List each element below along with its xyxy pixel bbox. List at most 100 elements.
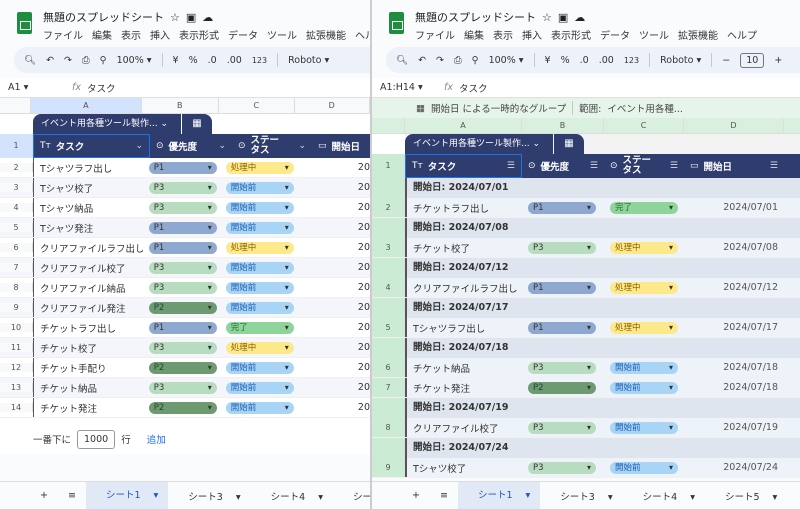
start-date-cell[interactable]: 20 bbox=[295, 278, 370, 297]
sheet-tab[interactable]: シート5 ▾ bbox=[705, 489, 787, 503]
priority-chip[interactable]: P3 bbox=[528, 461, 596, 474]
status-chip[interactable]: 開始前 bbox=[225, 181, 294, 194]
sheet-tab[interactable]: シート1 ▾ bbox=[457, 482, 541, 509]
filter-icon[interactable]: ☰ bbox=[770, 161, 778, 171]
start-date-cell[interactable]: 20 bbox=[295, 298, 370, 317]
add-sheet-button[interactable]: + bbox=[402, 490, 430, 501]
add-sheet-button[interactable]: + bbox=[30, 490, 58, 501]
menu-item[interactable]: ツール bbox=[639, 31, 669, 42]
menu-item[interactable]: 挿入 bbox=[150, 31, 170, 42]
start-date-cell[interactable]: 2024/07/08 bbox=[684, 238, 784, 257]
start-date-cell[interactable]: 20 bbox=[295, 218, 370, 237]
task-cell[interactable]: クリアファイル発注 bbox=[33, 298, 143, 317]
task-cell[interactable]: Tシャツ校了 bbox=[33, 178, 143, 197]
priority-chip[interactable]: P3 bbox=[148, 381, 217, 394]
status-chip[interactable]: 完了 bbox=[225, 321, 294, 334]
task-cell[interactable]: チケット校了 bbox=[33, 338, 143, 357]
start-date-cell[interactable]: 2024/07/18 bbox=[684, 358, 784, 377]
start-date-cell[interactable]: 20 bbox=[295, 358, 370, 377]
more-formats-button[interactable]: 123 bbox=[252, 56, 267, 65]
group-header-row[interactable]: 開始日: 2024/07/17 bbox=[372, 298, 800, 318]
priority-chip[interactable]: P3 bbox=[528, 421, 596, 434]
column-header-D[interactable]: D bbox=[684, 118, 784, 133]
group-header-row[interactable]: 開始日: 2024/07/01 bbox=[372, 178, 800, 198]
priority-chip[interactable]: P1 bbox=[148, 221, 217, 234]
column-header-B[interactable]: B bbox=[142, 98, 219, 113]
increase-decimal-button[interactable]: .00 bbox=[599, 55, 614, 66]
zoom-select[interactable]: 100% ▾ bbox=[117, 55, 152, 66]
name-box[interactable]: A1:H14 ▾ bbox=[380, 82, 440, 93]
start-date-cell[interactable]: 2024/07/19 bbox=[684, 418, 784, 437]
menu-item[interactable]: 編集 bbox=[92, 31, 112, 42]
start-date-cell[interactable]: 20 bbox=[295, 378, 370, 397]
filter-icon[interactable]: ☰ bbox=[670, 161, 678, 171]
priority-chip[interactable]: P3 bbox=[148, 261, 217, 274]
task-cell[interactable]: Tシャツ納品 bbox=[33, 198, 143, 217]
move-folder-icon[interactable]: ▣ bbox=[558, 11, 568, 24]
chevron-down-icon[interactable]: ⌄ bbox=[298, 141, 306, 151]
group-header-row[interactable]: 開始日: 2024/07/24 bbox=[372, 438, 800, 458]
sheets-logo-icon[interactable] bbox=[389, 12, 404, 34]
menu-item[interactable]: 表示形式 bbox=[179, 31, 219, 42]
header-start-date[interactable]: ▭ 開始日 bbox=[312, 134, 370, 158]
currency-button[interactable]: ¥ bbox=[173, 55, 179, 66]
header-priority[interactable]: ⊙ 優先度 ⌄ bbox=[150, 134, 232, 158]
task-cell[interactable]: クリアファイルラフ出し bbox=[33, 238, 143, 257]
move-folder-icon[interactable]: ▣ bbox=[186, 11, 196, 24]
status-chip[interactable]: 処理中 bbox=[225, 161, 294, 174]
status-chip[interactable]: 処理中 bbox=[610, 321, 678, 334]
column-header-B[interactable]: B bbox=[522, 118, 604, 133]
menu-item[interactable]: 表示 bbox=[493, 31, 513, 42]
task-cell[interactable]: Tシャツラフ出し bbox=[33, 158, 143, 177]
row-count-input[interactable]: 1000 bbox=[77, 429, 116, 449]
status-chip[interactable]: 開始前 bbox=[225, 381, 294, 394]
menu-item[interactable]: 拡張機能 bbox=[678, 31, 718, 42]
menu-item[interactable]: 表示 bbox=[121, 31, 141, 42]
undo-icon[interactable]: ↶ bbox=[46, 55, 54, 66]
sheets-logo-icon[interactable] bbox=[17, 12, 32, 34]
menu-item[interactable]: 表示形式 bbox=[551, 31, 591, 42]
paint-format-icon[interactable]: ⚲ bbox=[100, 55, 107, 66]
start-date-cell[interactable]: 2024/07/01 bbox=[684, 198, 784, 217]
more-formats-button[interactable]: 123 bbox=[624, 56, 639, 65]
status-chip[interactable]: 開始前 bbox=[225, 261, 294, 274]
menu-item[interactable]: ヘルプ bbox=[355, 31, 370, 42]
column-header-D[interactable]: D bbox=[295, 98, 370, 113]
menu-item[interactable]: ファイル bbox=[43, 31, 83, 42]
redo-icon[interactable]: ↷ bbox=[436, 55, 444, 66]
priority-chip[interactable]: P3 bbox=[148, 281, 217, 294]
status-chip[interactable]: 開始前 bbox=[610, 421, 678, 434]
menu-item[interactable]: 挿入 bbox=[522, 31, 542, 42]
filter-icon[interactable]: ☰ bbox=[507, 161, 515, 171]
print-icon[interactable]: ⎙ bbox=[454, 55, 462, 66]
priority-chip[interactable]: P2 bbox=[148, 301, 217, 314]
all-sheets-button[interactable]: ≡ bbox=[430, 490, 458, 501]
decrease-decimal-button[interactable]: .0 bbox=[580, 55, 589, 66]
menu-item[interactable]: ヘルプ bbox=[727, 31, 757, 42]
formula-input[interactable]: タスク bbox=[87, 81, 116, 95]
sheet-tab[interactable]: シート4 ▾ bbox=[623, 489, 705, 503]
sheet-tab[interactable]: シート5 ▾ bbox=[333, 489, 370, 503]
group-header-row[interactable]: 開始日: 2024/07/18 bbox=[372, 338, 800, 358]
cloud-status-icon[interactable]: ☁ bbox=[202, 11, 213, 24]
priority-chip[interactable]: P1 bbox=[528, 281, 596, 294]
task-cell[interactable]: チケットラフ出し bbox=[405, 198, 522, 217]
task-cell[interactable]: チケット発注 bbox=[33, 398, 143, 417]
status-chip[interactable]: 完了 bbox=[610, 201, 678, 214]
status-chip[interactable]: 開始前 bbox=[610, 461, 678, 474]
task-cell[interactable]: クリアファイル納品 bbox=[33, 278, 143, 297]
priority-chip[interactable]: P2 bbox=[528, 381, 596, 394]
task-cell[interactable]: Tシャツ校了 bbox=[405, 458, 522, 477]
print-icon[interactable]: ⎙ bbox=[82, 55, 90, 66]
column-header-C[interactable]: C bbox=[219, 98, 295, 113]
header-status[interactable]: ⊙ ステータス ☰ bbox=[604, 154, 684, 178]
sheet-tab[interactable]: シート1 ▾ bbox=[85, 482, 169, 509]
formula-input[interactable]: タスク bbox=[459, 81, 488, 95]
start-date-cell[interactable]: 2024/07/12 bbox=[684, 278, 784, 297]
zoom-select[interactable]: 100% ▾ bbox=[489, 55, 524, 66]
group-header-row[interactable]: 開始日: 2024/07/08 bbox=[372, 218, 800, 238]
menu-item[interactable]: 拡張機能 bbox=[306, 31, 346, 42]
add-rows-button[interactable]: 追加 bbox=[147, 432, 166, 446]
menu-item[interactable]: ツール bbox=[267, 31, 297, 42]
header-start-date[interactable]: ▭ 開始日 ☰ bbox=[684, 154, 784, 178]
